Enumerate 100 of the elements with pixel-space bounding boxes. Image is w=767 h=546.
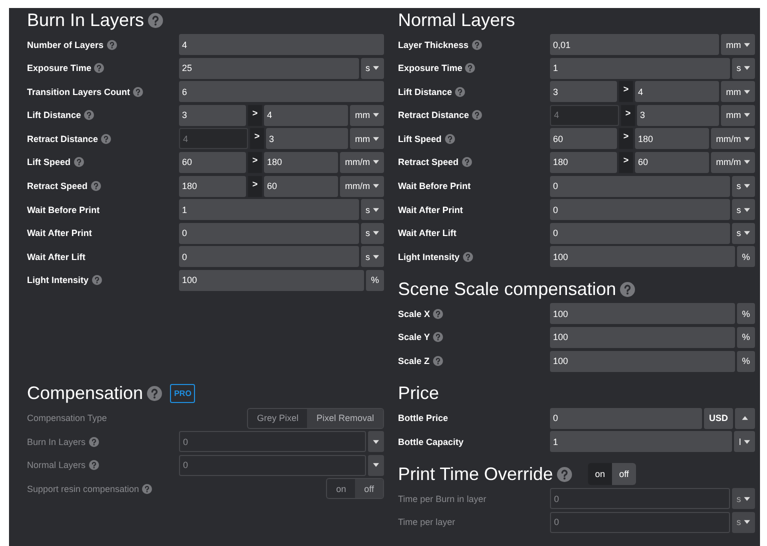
- input-field[interactable]: 60: [179, 152, 246, 173]
- input-field[interactable]: 0: [550, 199, 730, 220]
- unit-dropdown[interactable]: USD: [704, 408, 733, 429]
- unit-dropdown[interactable]: %: [736, 303, 755, 324]
- input-field[interactable]: 1: [550, 431, 732, 452]
- field-label: Exposure Time: [398, 63, 462, 74]
- help-icon[interactable]: [92, 275, 102, 286]
- unit-dropdown[interactable]: s: [360, 58, 384, 79]
- input-field[interactable]: 0: [550, 222, 730, 244]
- help-icon[interactable]: [455, 86, 466, 97]
- unit-dropdown[interactable]: mm: [721, 81, 755, 102]
- input-field[interactable]: 4: [635, 81, 719, 102]
- unit-dropdown[interactable]: mm/m: [340, 152, 384, 173]
- unit-dropdown[interactable]: mm/m: [711, 128, 755, 150]
- switch-option[interactable]: off: [612, 463, 636, 486]
- help-icon[interactable]: [84, 110, 94, 120]
- unit-dropdown[interactable]: s: [360, 246, 384, 268]
- input-field[interactable]: 25: [179, 58, 358, 79]
- help-icon[interactable]: [472, 40, 482, 50]
- input-field[interactable]: 0: [179, 246, 358, 268]
- unit-dropdown[interactable]: l: [734, 431, 755, 452]
- help-icon[interactable]: [432, 332, 443, 342]
- help-icon[interactable]: [620, 282, 636, 297]
- pro-badge: PRO: [170, 384, 196, 404]
- help-icon[interactable]: [557, 466, 572, 482]
- section-title: Print Time Override: [398, 464, 554, 485]
- help-icon[interactable]: [462, 157, 472, 168]
- unit-dropdown[interactable]: %: [736, 246, 755, 268]
- unit-dropdown[interactable]: [368, 431, 384, 452]
- help-icon[interactable]: [432, 356, 443, 366]
- help-icon[interactable]: [147, 386, 162, 402]
- unit-dropdown[interactable]: s: [732, 222, 755, 244]
- input-field[interactable]: 100: [550, 350, 735, 372]
- input-field[interactable]: 60: [550, 128, 617, 150]
- input-field[interactable]: 6: [179, 81, 384, 102]
- input-field[interactable]: 4: [264, 104, 348, 126]
- help-icon[interactable]: [433, 308, 444, 319]
- unit-dropdown[interactable]: s: [360, 222, 384, 244]
- input-field[interactable]: 60: [635, 152, 709, 173]
- help-icon[interactable]: [462, 252, 472, 262]
- input-field[interactable]: 100: [550, 303, 735, 324]
- field-label: Lift Speed: [27, 157, 71, 168]
- field-label: Bottle Price: [398, 413, 448, 424]
- field-label: Wait After Print: [27, 228, 92, 238]
- field-label: Wait After Print: [398, 204, 463, 215]
- input-field[interactable]: 3: [637, 104, 719, 126]
- unit-dropdown[interactable]: s: [732, 176, 755, 197]
- input-field[interactable]: 180: [179, 176, 246, 197]
- unit-dropdown[interactable]: mm: [721, 104, 755, 126]
- help-icon[interactable]: [94, 63, 104, 74]
- input-field[interactable]: 0: [550, 408, 702, 429]
- input-field[interactable]: 1: [550, 58, 730, 79]
- help-icon[interactable]: [465, 63, 476, 74]
- field-label: Time per layer: [398, 517, 456, 528]
- input-field[interactable]: 0: [179, 222, 358, 244]
- help-icon[interactable]: [90, 181, 101, 192]
- unit-dropdown[interactable]: %: [736, 326, 755, 348]
- input-field[interactable]: 100: [179, 270, 364, 291]
- help-icon[interactable]: [133, 86, 144, 97]
- unit-dropdown[interactable]: mm/m: [711, 152, 755, 173]
- input-field[interactable]: 180: [550, 152, 617, 173]
- field-label: Scale Z: [398, 356, 430, 366]
- unit-dropdown[interactable]: %: [736, 350, 755, 372]
- help-icon[interactable]: [444, 134, 455, 144]
- unit-dropdown[interactable]: s: [732, 199, 755, 220]
- unit-dropdown[interactable]: s: [732, 58, 755, 79]
- input-field[interactable]: 0: [550, 176, 730, 197]
- input-field[interactable]: 0,01: [550, 34, 719, 55]
- input-field[interactable]: 3: [550, 81, 617, 102]
- unit-dropdown[interactable]: %: [366, 270, 384, 291]
- help-icon[interactable]: [472, 110, 482, 120]
- field-label: Exposure Time: [27, 63, 92, 74]
- input-field[interactable]: 3: [266, 128, 348, 150]
- unit-dropdown[interactable]: [368, 454, 384, 476]
- input-field[interactable]: 3: [179, 104, 246, 126]
- section-title: Price: [398, 383, 440, 404]
- input-field[interactable]: 180: [264, 152, 338, 173]
- unit-dropdown[interactable]: mm: [350, 128, 384, 150]
- spinner-button[interactable]: [735, 408, 755, 429]
- unit-dropdown[interactable]: mm: [721, 34, 755, 55]
- unit-dropdown[interactable]: mm: [350, 104, 384, 126]
- help-icon[interactable]: [101, 134, 112, 144]
- help-icon[interactable]: [148, 12, 164, 28]
- input-field[interactable]: 100: [550, 326, 735, 348]
- field-label: Retract Distance: [27, 134, 98, 144]
- input-field[interactable]: 60: [264, 176, 338, 197]
- input-field[interactable]: 4: [179, 34, 384, 55]
- field-label: Lift Speed: [398, 134, 442, 144]
- help-icon[interactable]: [74, 157, 84, 168]
- input-field[interactable]: 180: [635, 128, 709, 150]
- switch-option[interactable]: on: [588, 463, 612, 486]
- field-label: Retract Speed: [27, 181, 88, 192]
- field-label: Wait Before Print: [27, 204, 100, 215]
- field-label: Bottle Capacity: [398, 436, 464, 447]
- input-field[interactable]: 1: [179, 199, 358, 220]
- help-icon[interactable]: [106, 40, 117, 50]
- unit-dropdown[interactable]: s: [360, 199, 384, 220]
- input-field[interactable]: 100: [550, 246, 735, 268]
- unit-dropdown[interactable]: mm/m: [340, 176, 384, 197]
- field-label: Wait Before Print: [398, 181, 471, 192]
